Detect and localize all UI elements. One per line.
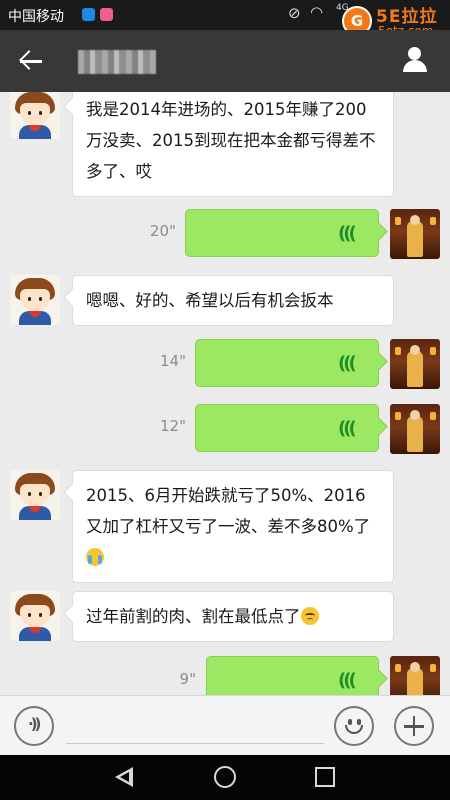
voice-message-bubble[interactable]: ((( — [195, 339, 379, 387]
message-text: 2015、6月开始跌就亏了50%、2016又加了杠杆又亏了一波、差不多80%了 — [86, 486, 371, 536]
my-avatar[interactable] — [390, 656, 440, 695]
wifi-icon: ◠ — [310, 3, 324, 21]
person-icon — [408, 47, 421, 60]
my-avatar[interactable] — [390, 209, 440, 259]
message-notification-icon — [82, 8, 95, 21]
mute-icon: ⊘ — [288, 4, 301, 22]
system-nav-bar — [0, 755, 450, 800]
voice-duration: 9" — [179, 670, 196, 688]
contact-avatar[interactable] — [10, 275, 60, 325]
nav-recents-icon[interactable] — [315, 767, 335, 787]
voice-message-bubble[interactable]: ((( — [195, 404, 379, 452]
input-bar: ·)) — [0, 695, 450, 755]
my-avatar[interactable] — [390, 404, 440, 454]
voice-wave-icon: ((( — [338, 223, 357, 244]
nav-home-icon[interactable] — [214, 766, 236, 788]
message-list[interactable]: 我是2014年进场的、2015年赚了200万没卖、2015到现在把本金都亏得差不… — [0, 92, 450, 695]
back-button[interactable] — [12, 44, 48, 78]
contact-avatar[interactable] — [10, 591, 60, 641]
message-text: 嗯嗯、好的、希望以后有机会扳本 — [86, 291, 334, 310]
chat-info-button[interactable] — [400, 45, 430, 75]
voice-input-icon: ·)) — [28, 715, 42, 733]
message-bubble[interactable]: 我是2014年进场的、2015年赚了200万没卖、2015到现在把本金都亏得差不… — [72, 92, 394, 197]
crying-face-icon — [86, 548, 104, 566]
message-bubble[interactable]: 嗯嗯、好的、希望以后有机会扳本 — [72, 275, 394, 326]
voice-message-bubble[interactable]: ((( — [185, 209, 379, 257]
contact-avatar[interactable] — [10, 92, 60, 139]
app-notification-icon — [100, 8, 113, 21]
chat-header — [0, 30, 450, 92]
my-avatar[interactable] — [390, 339, 440, 389]
message-bubble[interactable]: 过年前割的肉、割在最低点了 — [72, 591, 394, 642]
message-input[interactable] — [66, 704, 324, 744]
message-bubble[interactable]: 2015、6月开始跌就亏了50%、2016又加了杠杆又亏了一波、差不多80%了 — [72, 470, 394, 583]
message-text: 过年前割的肉、割在最低点了 — [86, 607, 301, 626]
voice-duration: 20" — [150, 222, 176, 240]
voice-duration: 12" — [160, 417, 186, 435]
more-button[interactable] — [394, 706, 434, 746]
contact-avatar[interactable] — [10, 470, 60, 520]
emoji-button[interactable] — [334, 706, 374, 746]
voice-duration: 14" — [160, 352, 186, 370]
voice-wave-icon: ((( — [338, 353, 357, 374]
voice-wave-icon: ((( — [338, 670, 357, 691]
voice-input-button[interactable]: ·)) — [14, 706, 54, 746]
voice-message-bubble[interactable]: ((( — [206, 656, 379, 695]
sad-face-icon — [300, 607, 319, 625]
message-text: 我是2014年进场的、2015年赚了200万没卖、2015到现在把本金都亏得差不… — [86, 100, 376, 181]
voice-wave-icon: ((( — [338, 418, 357, 439]
chat-title-blurred — [78, 50, 156, 74]
carrier-name: 中国移动 — [8, 9, 64, 25]
